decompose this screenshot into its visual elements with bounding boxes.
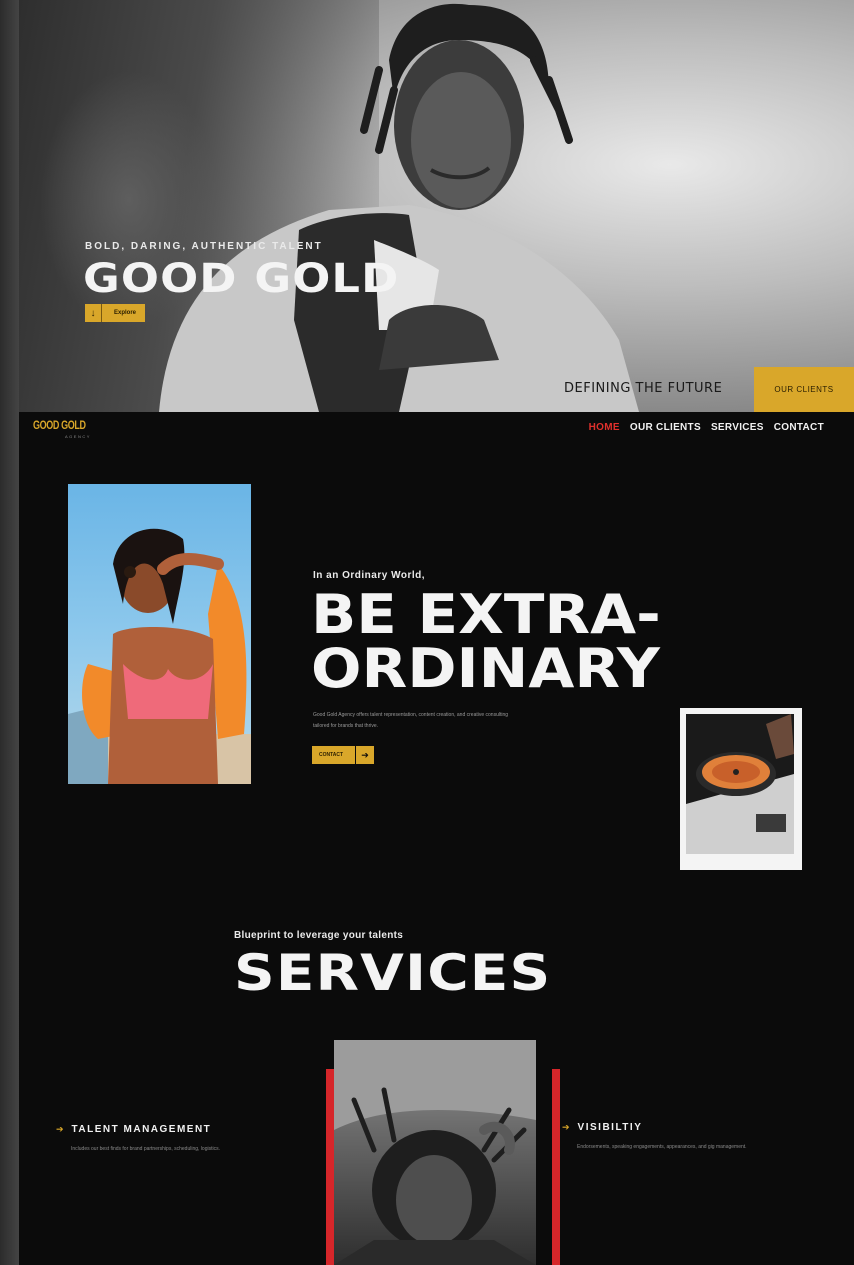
hero-eyebrow: BOLD, DARING, AUTHENTIC TALENT xyxy=(85,241,323,252)
main-navigation: GOOD GOLD AGENCY HOME OUR CLIENTS SERVIC… xyxy=(19,412,854,446)
our-clients-button[interactable]: OUR CLIENTS xyxy=(754,367,854,412)
turntable-polaroid-photo xyxy=(680,708,802,870)
service-description: Includes our best finds for brand partne… xyxy=(71,1146,220,1152)
intro-eyebrow: In an Ordinary World, xyxy=(313,570,425,581)
site-logo[interactable]: GOOD GOLD xyxy=(33,418,86,432)
arrow-right-icon: ➔ xyxy=(56,1124,64,1134)
intro-body-line-2: tailored for brands that thrive. xyxy=(313,723,379,729)
service-item-talent-management[interactable]: ➔ TALENT MANAGEMENT xyxy=(56,1124,211,1135)
explore-button[interactable]: ↓ Explore xyxy=(85,304,145,322)
nav-item-services[interactable]: SERVICES xyxy=(711,422,764,433)
arrow-down-icon: ↓ xyxy=(85,304,102,322)
intro-headline-line-2: ORDINARY xyxy=(311,637,660,700)
hero-title: GOOD GOLD xyxy=(83,256,400,302)
site-logo-subtitle: AGENCY xyxy=(65,434,91,439)
browser-gutter xyxy=(0,0,19,1265)
contact-button[interactable]: CONTACT ➔ xyxy=(312,746,374,764)
page-frame: BOLD, DARING, AUTHENTIC TALENT GOOD GOLD… xyxy=(19,0,854,1265)
hero-section: BOLD, DARING, AUTHENTIC TALENT GOOD GOLD… xyxy=(19,0,854,412)
contact-button-label: CONTACT xyxy=(319,752,344,758)
services-eyebrow: Blueprint to leverage your talents xyxy=(234,930,404,941)
service-name: TALENT MANAGEMENT xyxy=(71,1124,212,1135)
arrow-right-icon: ➔ xyxy=(562,1122,570,1132)
intro-body-copy: Good Gold Agency offers talent represent… xyxy=(313,710,573,732)
services-portrait-photo xyxy=(334,1040,536,1265)
services-title: SERVICES xyxy=(234,944,552,1002)
nav-item-contact[interactable]: CONTACT xyxy=(774,422,824,433)
service-item-visibility[interactable]: ➔ VISIBILTIY xyxy=(562,1122,642,1133)
nav-item-our-clients[interactable]: OUR CLIENTS xyxy=(630,422,701,433)
intro-body-line-1: Good Gold Agency offers talent represent… xyxy=(313,712,509,718)
intro-headline: BE EXTRA- ORDINARY xyxy=(311,588,661,696)
explore-button-label: Explore xyxy=(114,310,137,316)
hero-tagline: DEFINING THE FUTURE xyxy=(564,381,723,396)
service-description: Endorsements, speaking engagements, appe… xyxy=(577,1144,747,1150)
service-name: VISIBILTIY xyxy=(577,1122,643,1133)
arrow-right-icon: ➔ xyxy=(355,746,374,764)
beach-model-photo xyxy=(68,484,251,784)
nav-menu: HOME OUR CLIENTS SERVICES CONTACT xyxy=(589,422,824,433)
hero-portrait-image xyxy=(159,3,639,412)
intro-headline-line-1: BE EXTRA- xyxy=(311,583,661,646)
nav-item-home[interactable]: HOME xyxy=(589,422,620,433)
